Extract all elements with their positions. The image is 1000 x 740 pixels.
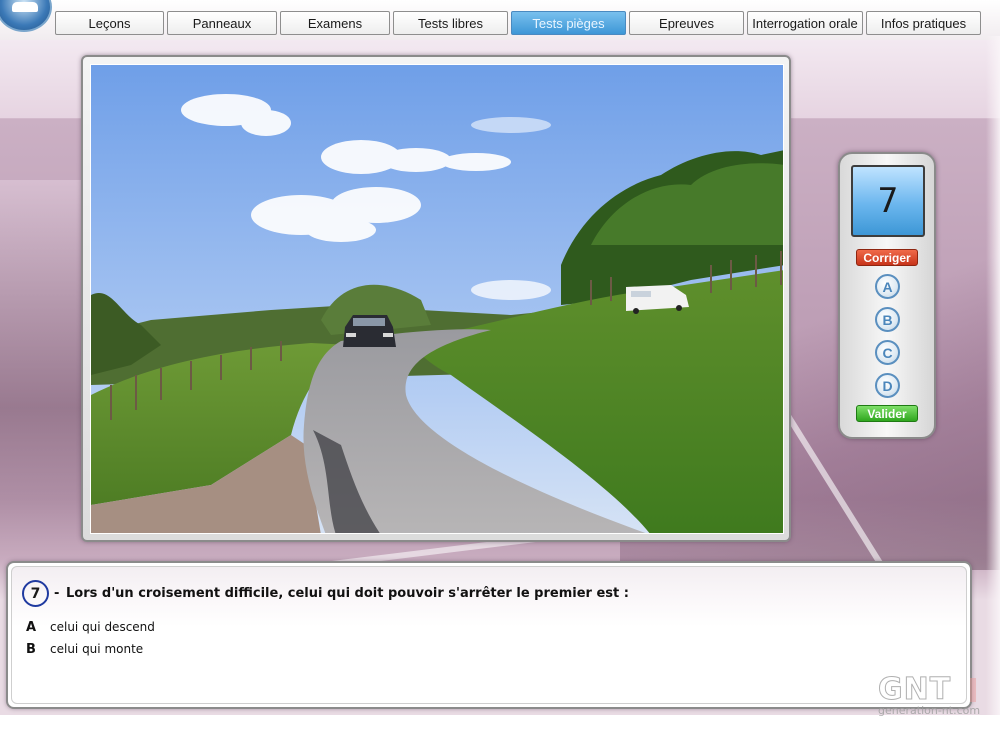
tab-panneaux[interactable]: Panneaux (167, 11, 277, 35)
tab-interrogation-orale[interactable]: Interrogation orale (747, 11, 863, 35)
question-panel-body: 7 - Lors d'un croisement difficile, celu… (11, 566, 967, 704)
choice-a-button[interactable]: A (875, 274, 900, 299)
corriger-button[interactable]: Corriger (856, 249, 918, 266)
window-right-edge (986, 36, 1000, 715)
answer-text: celui qui monte (50, 642, 144, 656)
question-dash: - (54, 586, 60, 601)
choice-c-button[interactable]: C (875, 340, 900, 365)
watermark-url: generation-nt.com (878, 704, 981, 717)
answer-text: celui qui descend (50, 620, 155, 634)
answer-letter: B (26, 641, 36, 657)
watermark-logo: GNT (877, 672, 952, 708)
answer-selector-panel: 7 Corriger A B C D Valider (838, 152, 936, 439)
tab-tests-libres[interactable]: Tests libres (393, 11, 508, 35)
app-logo-icon[interactable] (0, 0, 52, 32)
choice-b-button[interactable]: B (875, 307, 900, 332)
tab-examens[interactable]: Examens (280, 11, 390, 35)
answer-row-a: A celui qui descend (26, 619, 155, 635)
question-counter-display: 7 (851, 165, 925, 237)
choice-d-button[interactable]: D (875, 373, 900, 398)
road-scene-image (91, 65, 783, 533)
tab-epreuves[interactable]: Epreuves (629, 11, 744, 35)
watermark: GNT generation-nt.com (876, 672, 986, 720)
tab-infos-pratiques[interactable]: Infos pratiques (866, 11, 981, 35)
car-icon (12, 2, 38, 12)
question-text: Lors d'un croisement difficile, celui qu… (66, 586, 629, 601)
question-number-badge: 7 (22, 580, 49, 607)
tab-tests-pieges[interactable]: Tests pièges (511, 11, 626, 35)
question-panel: 7 - Lors d'un croisement difficile, celu… (6, 561, 972, 709)
answer-letter: A (26, 619, 37, 635)
question-photo (90, 64, 784, 534)
valider-button[interactable]: Valider (856, 405, 918, 422)
top-navigation: Leçons Panneaux Examens Tests libres Tes… (0, 0, 1000, 40)
question-photo-frame (81, 55, 791, 542)
answer-row-b: B celui qui monte (26, 641, 143, 657)
tab-lecons[interactable]: Leçons (55, 11, 164, 35)
watermark-bar (970, 678, 976, 702)
